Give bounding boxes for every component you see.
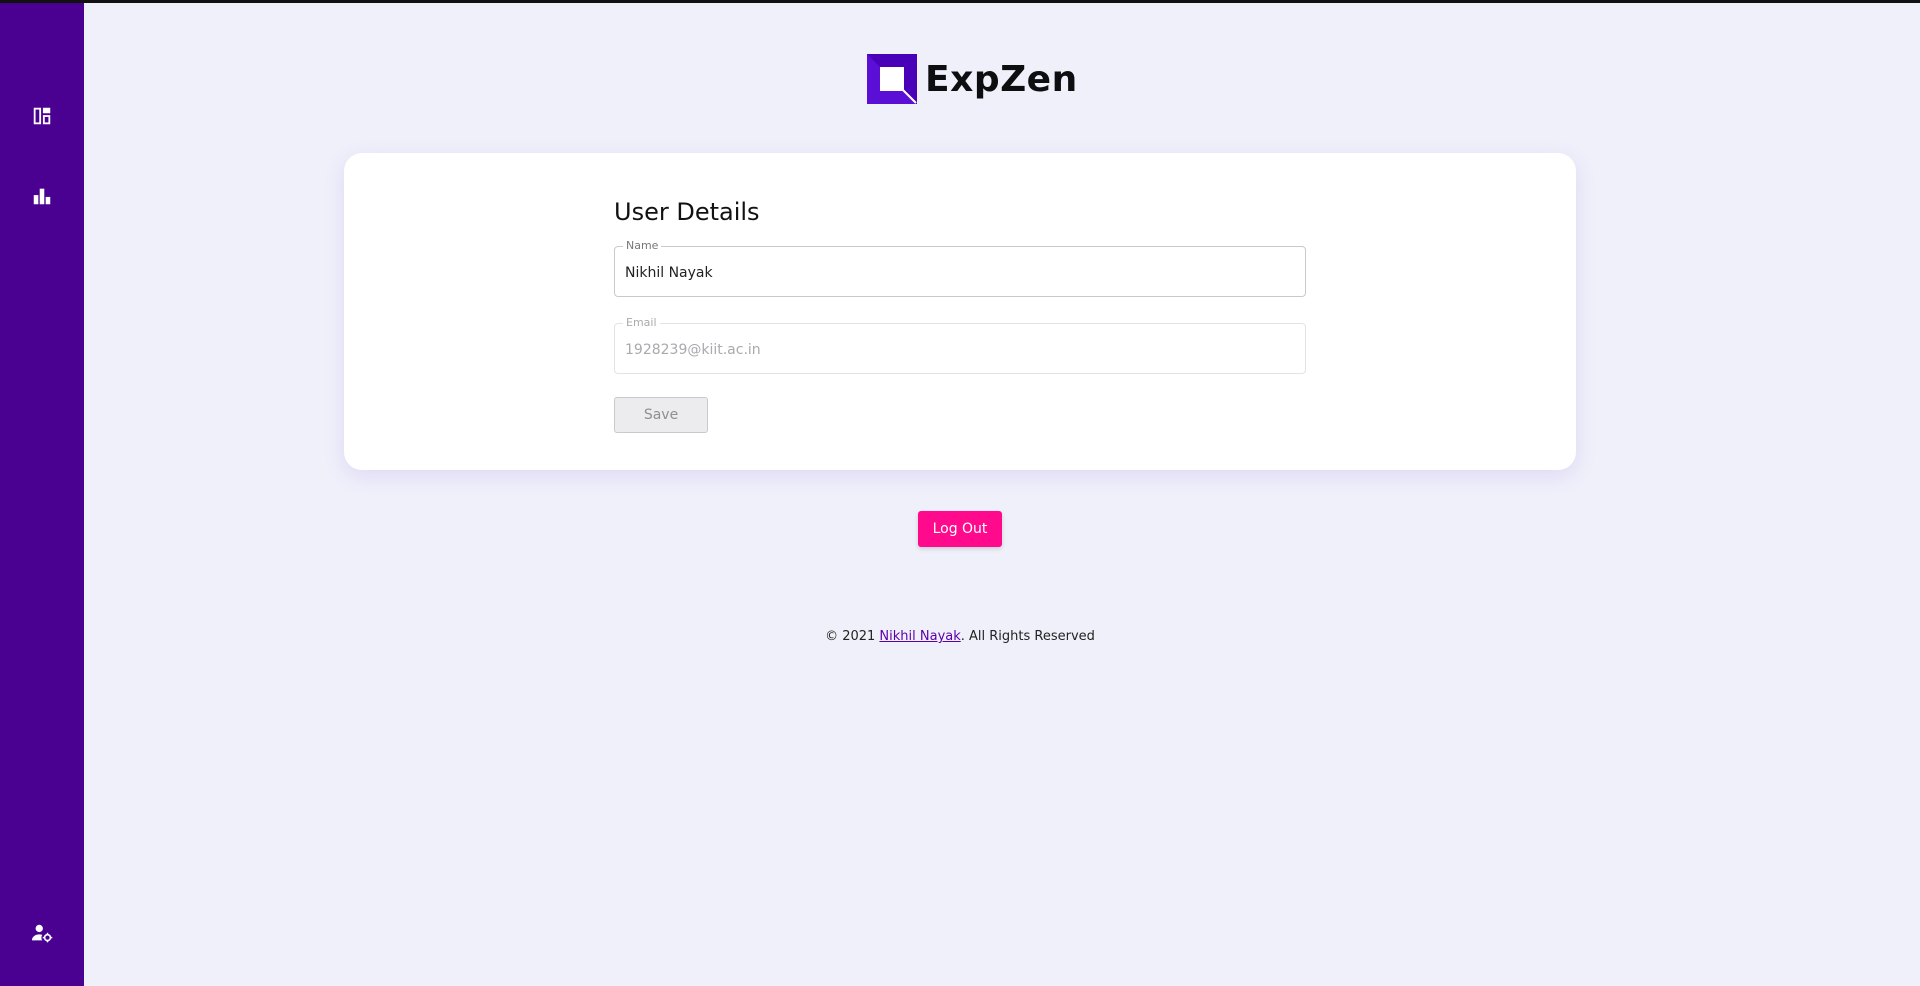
name-field: Name <box>614 240 1306 297</box>
email-field: Email <box>614 317 1306 374</box>
name-input[interactable] <box>625 261 1285 285</box>
save-button[interactable]: Save <box>614 397 708 433</box>
footer: © 2021 Nikhil Nayak. All Rights Reserved <box>84 629 1836 644</box>
email-input <box>625 338 1285 362</box>
sidebar <box>0 3 84 986</box>
footer-copyright: © 2021 <box>825 629 880 644</box>
sidebar-item-dashboard[interactable] <box>22 96 62 136</box>
bar-chart-icon <box>33 188 51 205</box>
app-logo[interactable]: ExpZen <box>867 53 1078 105</box>
logout-button[interactable]: Log Out <box>918 511 1002 547</box>
sidebar-item-stats[interactable] <box>22 176 62 216</box>
user-details-card: User Details Name Email Save <box>344 153 1576 470</box>
sidebar-item-account[interactable] <box>22 913 62 953</box>
main-content: ExpZen User Details Name Email Save Log … <box>84 3 1920 986</box>
user-settings-icon <box>31 924 53 943</box>
expzen-logo-icon <box>867 54 917 104</box>
email-field-label: Email <box>623 317 660 329</box>
card-title: User Details <box>614 198 760 226</box>
dashboard-icon <box>33 107 51 125</box>
footer-author-link[interactable]: Nikhil Nayak <box>879 629 960 644</box>
footer-rights: . All Rights Reserved <box>960 629 1095 644</box>
name-field-label: Name <box>623 240 662 252</box>
app-name: ExpZen <box>925 58 1078 100</box>
